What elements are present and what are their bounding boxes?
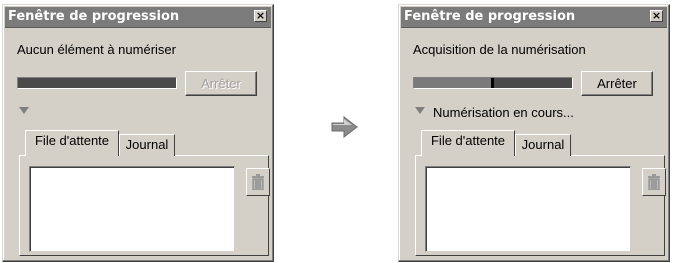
status-text: Acquisition de la numérisation xyxy=(413,42,586,57)
trash-icon xyxy=(252,174,264,190)
tab-queue[interactable]: File d'attente xyxy=(25,130,119,156)
expander-label: Numérisation en cours... xyxy=(433,105,574,120)
trash-icon xyxy=(648,174,660,190)
stop-button[interactable]: Arrêter xyxy=(185,71,257,96)
delete-button[interactable] xyxy=(642,168,666,196)
progress-fill xyxy=(414,78,493,88)
progress-marker xyxy=(491,78,494,88)
tab-queue[interactable]: File d'attente xyxy=(421,130,515,156)
status-text: Aucun élément à numériser xyxy=(17,42,176,57)
queue-list[interactable] xyxy=(29,166,235,252)
close-icon[interactable]: × xyxy=(254,10,267,22)
window-title: Fenêtre de progression xyxy=(404,9,576,24)
tab-journal[interactable]: Journal xyxy=(119,134,175,156)
expand-triangle-icon[interactable] xyxy=(19,107,29,115)
title-bar[interactable]: Fenêtre de progression × xyxy=(401,7,667,28)
queue-panel xyxy=(415,155,666,256)
tab-journal[interactable]: Journal xyxy=(515,134,571,156)
progress-window-active: Fenêtre de progression × Acquisition de … xyxy=(398,4,670,262)
delete-button[interactable] xyxy=(246,168,270,196)
right-arrow-icon xyxy=(331,115,358,139)
window-title: Fenêtre de progression xyxy=(8,9,180,24)
progress-bar xyxy=(413,77,573,89)
progress-window-idle: Fenêtre de progression × Aucun élément à… xyxy=(2,4,274,262)
stop-button[interactable]: Arrêter xyxy=(581,71,653,96)
title-bar[interactable]: Fenêtre de progression × xyxy=(5,7,271,28)
expand-triangle-icon[interactable] xyxy=(415,107,425,115)
progress-bar xyxy=(17,77,177,89)
queue-list[interactable] xyxy=(425,166,631,252)
queue-panel xyxy=(19,155,270,256)
close-icon[interactable]: × xyxy=(650,10,663,22)
